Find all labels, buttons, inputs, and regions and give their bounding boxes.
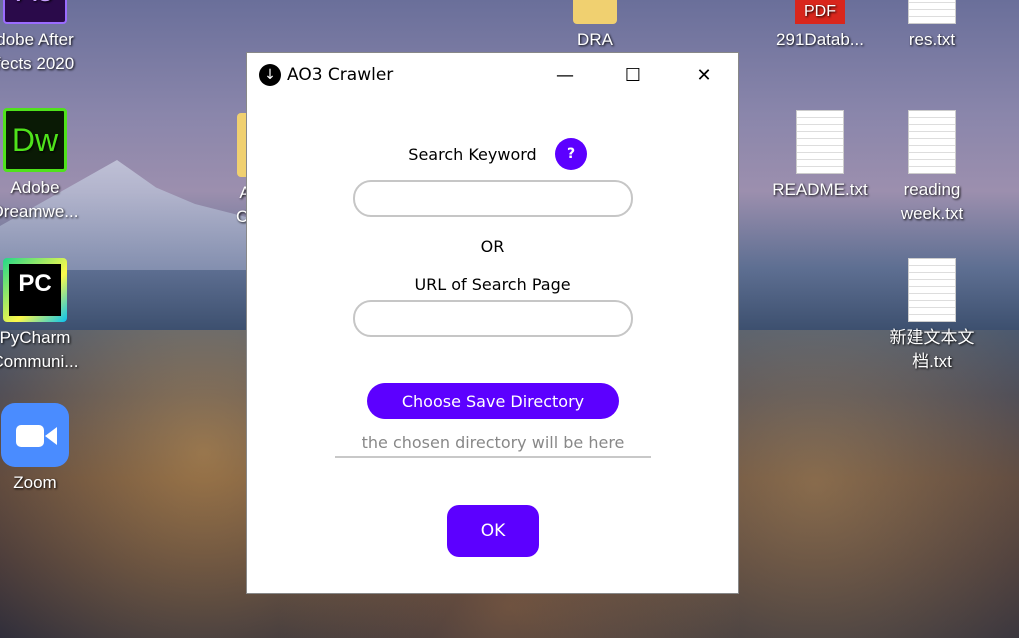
icon-label: fects 2020 <box>0 54 75 73</box>
maximize-button[interactable]: ☐ <box>613 63 653 87</box>
text-file-icon <box>796 110 844 174</box>
text-file-icon <box>908 258 956 322</box>
pdf-icon: PDF <box>795 0 845 24</box>
text-file-icon <box>908 110 956 174</box>
search-keyword-input[interactable] <box>353 180 633 217</box>
icon-label: Adobe <box>10 178 60 197</box>
ao3-crawler-window: ↓ AO3 Crawler — ☐ ✕ Search Keyword ? OR … <box>246 52 739 594</box>
pdf-glyph: PDF <box>795 0 845 24</box>
close-button[interactable]: ✕ <box>684 63 724 87</box>
folder-icon <box>573 0 617 24</box>
window-title: AO3 Crawler <box>287 65 394 85</box>
icon-label: dobe After <box>0 30 74 49</box>
desktop-icon-new-text[interactable]: 新建文本文 档.txt <box>877 258 987 374</box>
choose-save-directory-button[interactable]: Choose Save Directory <box>367 383 619 419</box>
icon-label: res.txt <box>908 30 956 49</box>
icon-label: PyCharm <box>0 328 71 347</box>
search-keyword-label: Search Keyword <box>408 145 537 164</box>
url-label: URL of Search Page <box>414 275 571 294</box>
help-button[interactable]: ? <box>555 138 587 170</box>
icon-label: 新建文本文 <box>889 328 975 347</box>
ok-button[interactable]: OK <box>447 505 539 557</box>
icon-label: reading <box>903 180 961 199</box>
dreamweaver-icon: Dw <box>3 108 67 172</box>
icon-label: DRA <box>577 30 613 49</box>
icon-label: Dreamwe... <box>0 202 79 221</box>
desktop-icon-res[interactable]: res.txt <box>877 0 987 52</box>
icon-label: week.txt <box>900 204 964 223</box>
desktop-icon-reading-week[interactable]: reading week.txt <box>877 110 987 226</box>
pycharm-glyph: PC <box>9 264 61 316</box>
or-label: OR <box>480 237 505 256</box>
icon-label: 档.txt <box>912 352 952 371</box>
icon-label: 291Datab... <box>776 30 864 49</box>
desktop-icon-pdf[interactable]: PDF 291Datab... <box>765 0 875 52</box>
url-input[interactable] <box>353 300 633 337</box>
desktop-icon-dra[interactable]: DRA <box>540 0 650 52</box>
text-file-icon <box>908 0 956 24</box>
desktop-icon-zoom[interactable]: Zoom <box>0 403 90 495</box>
desktop-icon-pycharm[interactable]: PC PyCharm Communi... <box>0 258 90 374</box>
title-bar: ↓ AO3 Crawler <box>247 53 738 97</box>
icon-label: Communi... <box>0 352 79 371</box>
desktop-icon-dreamweaver[interactable]: Dw Adobe Dreamwe... <box>0 108 90 224</box>
desktop-icon-after-effects[interactable]: Ae dobe After fects 2020 <box>0 0 90 76</box>
zoom-camera-icon <box>1 403 69 467</box>
icon-label: Zoom <box>13 473 57 492</box>
after-effects-icon: Ae <box>3 0 67 24</box>
minimize-button[interactable]: — <box>545 63 585 87</box>
desktop-icon-readme[interactable]: README.txt <box>765 110 875 202</box>
download-circle-icon: ↓ <box>259 64 281 86</box>
icon-label: README.txt <box>772 180 868 199</box>
directory-display: the chosen directory will be here <box>335 433 651 458</box>
pycharm-icon: PC <box>3 258 67 322</box>
